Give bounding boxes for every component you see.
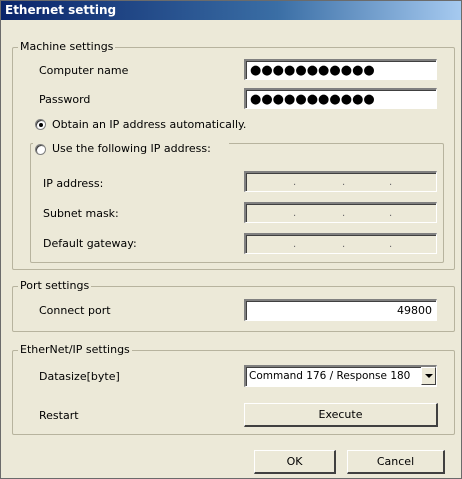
execute-button[interactable]: Execute bbox=[244, 403, 438, 427]
cancel-button-label: Cancel bbox=[376, 455, 415, 468]
connect-port-label: Connect port bbox=[39, 304, 111, 317]
ip-address-field: . . . bbox=[244, 171, 437, 192]
computer-name-label: Computer name bbox=[39, 64, 129, 77]
ip-dot-2: . bbox=[342, 177, 346, 188]
use-following-ip-label[interactable]: Use the following IP address: bbox=[52, 142, 211, 156]
execute-button-label: Execute bbox=[318, 408, 363, 421]
ok-button-label: OK bbox=[286, 455, 303, 468]
subnet-mask-field: . . . bbox=[244, 202, 437, 223]
computer-name-field[interactable]: ●●●●●●●●●●● bbox=[244, 59, 437, 80]
default-gateway-label: Default gateway: bbox=[43, 237, 137, 250]
gateway-dot-3: . bbox=[389, 239, 393, 250]
subnet-mask-label: Subnet mask: bbox=[43, 207, 119, 220]
computer-name-value: ●●●●●●●●●●● bbox=[250, 63, 375, 78]
machine-settings-legend: Machine settings bbox=[20, 40, 114, 53]
ip-address-label: IP address: bbox=[43, 177, 104, 190]
ip-dot-3: . bbox=[389, 177, 393, 188]
gateway-dot-1: . bbox=[293, 239, 297, 250]
subnet-dot-3: . bbox=[389, 208, 393, 219]
use-following-ip-radio[interactable] bbox=[35, 144, 46, 155]
chevron-down-icon[interactable] bbox=[421, 367, 436, 385]
connect-port-value: 49800 bbox=[397, 304, 432, 317]
datasize-value: Command 176 / Response 180 bbox=[249, 370, 411, 382]
datasize-select[interactable]: Command 176 / Response 180 bbox=[244, 365, 437, 387]
gateway-dot-2: . bbox=[342, 239, 346, 250]
port-settings-legend: Port settings bbox=[20, 279, 90, 292]
password-value: ●●●●●●●●●●● bbox=[250, 92, 375, 107]
ok-button[interactable]: OK bbox=[254, 450, 336, 474]
default-gateway-field: . . . bbox=[244, 233, 437, 254]
obtain-ip-auto-label[interactable]: Obtain an IP address automatically. bbox=[52, 118, 246, 132]
password-label: Password bbox=[39, 93, 91, 106]
ip-dot-1: . bbox=[293, 177, 297, 188]
datasize-label: Datasize[byte] bbox=[39, 370, 120, 383]
ethernet-setting-dialog: Ethernet setting Machine settings Comput… bbox=[0, 0, 462, 479]
cancel-button[interactable]: Cancel bbox=[347, 450, 445, 474]
restart-label: Restart bbox=[39, 409, 79, 422]
obtain-ip-auto-radio[interactable] bbox=[35, 119, 46, 130]
subnet-dot-1: . bbox=[293, 208, 297, 219]
connect-port-field[interactable]: 49800 bbox=[244, 299, 437, 321]
password-field[interactable]: ●●●●●●●●●●● bbox=[244, 88, 437, 109]
dialog-title: Ethernet setting bbox=[1, 1, 461, 20]
subnet-dot-2: . bbox=[342, 208, 346, 219]
ethernetip-settings-legend: EtherNet/IP settings bbox=[20, 343, 130, 356]
